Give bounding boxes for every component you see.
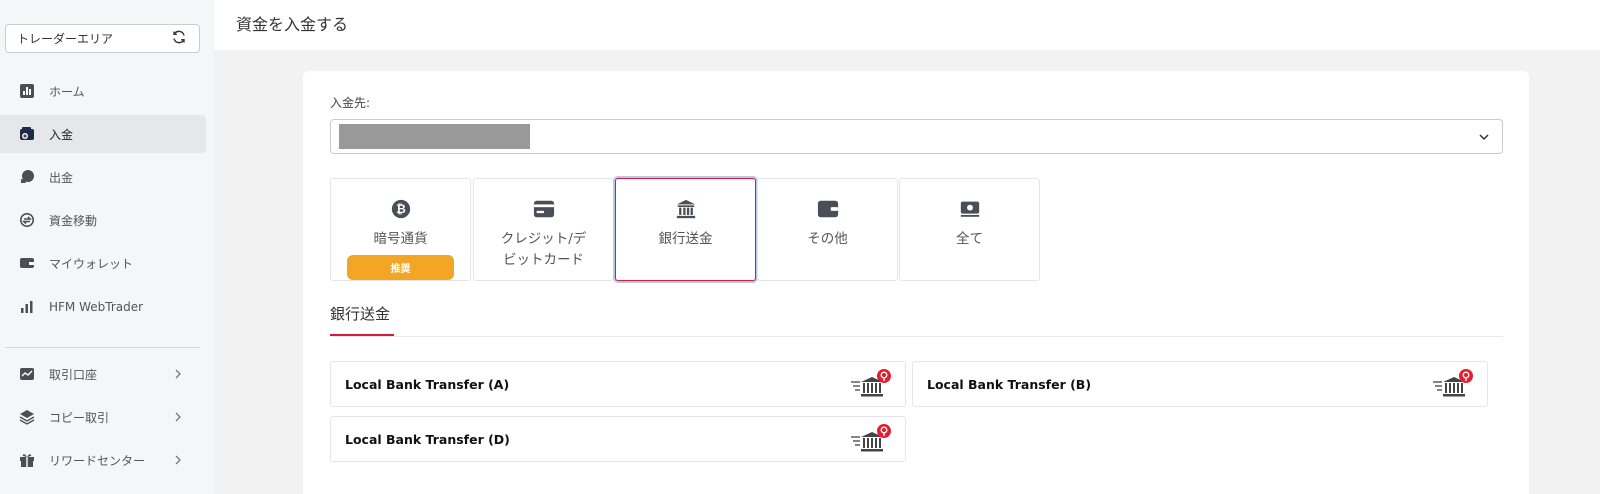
- sidebar-item-copy-trading[interactable]: コピー取引: [0, 398, 206, 436]
- bank-transfer-icon: [851, 424, 891, 452]
- bank-option[interactable]: Local Bank Transfer (D): [330, 416, 906, 462]
- method-all[interactable]: 全て: [899, 178, 1040, 281]
- bank-transfer-icon: [1433, 369, 1473, 397]
- transfer-icon: [19, 212, 35, 228]
- deposit-destination-select[interactable]: [330, 119, 1503, 154]
- method-label: 暗号通貨: [373, 231, 428, 247]
- trend-icon: [19, 366, 35, 382]
- method-card[interactable]: クレジット/デビットカード: [473, 178, 614, 281]
- trader-area-label: トレーダーエリア: [17, 32, 114, 46]
- sidebar-item-label: ホーム: [49, 84, 85, 99]
- sidebar: トレーダーエリア ホーム 入金 出金 資金移動 マイウォレット HFM WebT…: [0, 0, 214, 494]
- withdraw-icon: [19, 169, 35, 185]
- sidebar-item-label: リワードセンター: [49, 453, 146, 468]
- bank-option-name: Local Bank Transfer (D): [345, 431, 510, 447]
- bank-transfer-icon: [851, 369, 891, 397]
- svg-text:₿: ₿: [396, 202, 406, 216]
- bitcoin-icon: ₿: [389, 197, 413, 221]
- bank-option-name: Local Bank Transfer (B): [927, 376, 1092, 392]
- bank-icon: [674, 197, 698, 221]
- credit-card-icon: [532, 197, 556, 221]
- sidebar-item-home[interactable]: ホーム: [0, 72, 206, 110]
- sidebar-item-rewards[interactable]: リワードセンター: [0, 441, 206, 479]
- section-title-underline: [330, 334, 394, 336]
- method-label: 銀行送金: [658, 231, 713, 247]
- gift-icon: [19, 452, 35, 468]
- wallet-icon: [816, 197, 840, 221]
- sidebar-item-label: コピー取引: [49, 410, 110, 425]
- sidebar-item-label: 出金: [49, 170, 74, 185]
- bank-option[interactable]: Local Bank Transfer (B): [912, 361, 1488, 407]
- sidebar-item-webtrader[interactable]: HFM WebTrader: [0, 288, 206, 326]
- method-other[interactable]: その他: [757, 178, 898, 281]
- method-label: 全て: [956, 231, 983, 247]
- sidebar-item-withdraw[interactable]: 出金: [0, 158, 206, 196]
- wallet-icon: [19, 255, 35, 271]
- cash-icon: [958, 197, 982, 221]
- recommended-badge: 推奨: [347, 255, 454, 280]
- sidebar-item-my-wallet[interactable]: マイウォレット: [0, 244, 206, 282]
- sidebar-item-deposit[interactable]: 入金: [0, 115, 206, 153]
- redacted-account-value: [339, 124, 530, 149]
- sidebar-divider: [5, 347, 200, 348]
- trader-area-select[interactable]: トレーダーエリア: [5, 24, 200, 53]
- refresh-icon[interactable]: [171, 29, 187, 48]
- sidebar-item-label: HFM WebTrader: [49, 300, 144, 314]
- bars-icon: [19, 299, 35, 315]
- chevron-down-icon: [1479, 134, 1489, 141]
- bank-option[interactable]: Local Bank Transfer (A): [330, 361, 906, 407]
- sidebar-item-trading-accounts[interactable]: 取引口座: [0, 355, 206, 393]
- method-crypto[interactable]: ₿ 暗号通貨 推奨: [330, 178, 471, 281]
- page-title: 資金を入金する: [236, 15, 349, 34]
- sidebar-item-transfer[interactable]: 資金移動: [0, 201, 206, 239]
- header: 資金を入金する: [214, 0, 1600, 50]
- section-title: 銀行送金: [330, 305, 391, 323]
- bank-option-name: Local Bank Transfer (A): [345, 376, 510, 392]
- chevron-right-icon: [175, 455, 181, 465]
- layers-icon: [19, 409, 35, 425]
- section-divider: [330, 336, 1503, 337]
- chevron-right-icon: [175, 412, 181, 422]
- sidebar-item-label: マイウォレット: [49, 256, 134, 271]
- sidebar-item-label: 取引口座: [49, 367, 98, 382]
- deposit-destination-label: 入金先:: [330, 96, 371, 110]
- wallet-plus-icon: [19, 126, 35, 142]
- method-label: クレジット/デビットカード: [500, 231, 587, 268]
- chevron-right-icon: [175, 369, 181, 379]
- sidebar-item-label: 入金: [49, 127, 74, 142]
- sidebar-item-label: 資金移動: [49, 213, 98, 228]
- deposit-card: 入金先: ₿ 暗号通貨 推奨 クレジット/デビットカード 銀行送金 その他 全て…: [303, 71, 1529, 494]
- chart-icon: [19, 83, 35, 99]
- method-label: その他: [807, 231, 848, 247]
- method-bank-transfer[interactable]: 銀行送金: [615, 178, 756, 281]
